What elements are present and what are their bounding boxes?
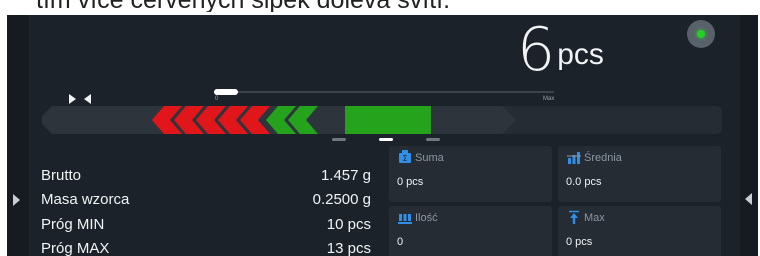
tile-srednia[interactable]: Średnia 0.0 pcs [558,146,721,202]
info-value: 10 pcs [326,216,371,233]
tile-value: 0 [397,236,404,248]
caption-text: tím více červených šipek doleva svítí. [0,0,760,12]
progress-fill [214,89,238,95]
info-row-prog-min: Próg MIN 10 pcs [41,216,371,238]
info-value: 13 pcs [326,240,371,256]
weight-reading: 6pcs [517,15,604,85]
green-ok-block [345,106,431,134]
bargraph-inner-slot [502,106,722,134]
left-chevron-icon [13,194,20,206]
info-row-masa-wzorca: Masa wzorca 0.2500 g [41,191,371,213]
tile-title: Ilość [415,212,438,224]
info-value: 1.457 g [320,167,371,184]
right-side-panel-toggle[interactable] [740,15,758,256]
info-row-prog-max: Próg MAX 13 pcs [41,240,371,256]
quantity-icon [398,214,412,224]
sum-icon: Σ [399,150,411,163]
info-label: Próg MAX [41,240,110,256]
tile-value: 0 pcs [397,176,424,188]
page-dot-3 [426,138,440,141]
tile-value: 0 pcs [566,236,593,248]
threshold-bargraph [42,106,722,134]
scale-screen: 6pcs 0 Max Brutto 1.457 g Masa wzorca 0.… [7,15,758,256]
average-icon [567,152,581,164]
progress-min-label: 0 [215,96,219,102]
page-dot-1 [332,138,346,141]
progress-track [214,89,554,95]
tile-value: 0.0 pcs [566,176,602,188]
tile-suma[interactable]: Σ Suma 0 pcs [389,146,552,202]
progress-max-label: Max [543,96,555,102]
tile-title: Max [584,212,605,224]
reading-unit: pcs [557,38,604,71]
tile-max[interactable]: Max 0 pcs [558,206,721,256]
tile-title: Suma [415,152,444,164]
svg-text:Σ: Σ [402,154,407,163]
reading-value: 6 [517,15,556,85]
red-arrow-group [152,106,270,134]
right-chevron-icon [745,193,752,205]
tile-title: Średnia [584,152,622,164]
info-row-brutto: Brutto 1.457 g [41,167,371,189]
tile-ilosc[interactable]: Ilość 0 [389,206,552,256]
stability-marker-icon [69,94,91,104]
left-side-panel-toggle[interactable] [7,15,29,256]
info-label: Brutto [41,167,82,184]
status-led-button[interactable] [687,20,715,48]
page-dot-2 [379,138,393,141]
status-led-icon [697,30,705,38]
max-arrow-icon [569,210,579,224]
info-value: 0.2500 g [312,191,371,208]
info-label: Masa wzorca [41,191,130,208]
info-label: Próg MIN [41,216,105,233]
